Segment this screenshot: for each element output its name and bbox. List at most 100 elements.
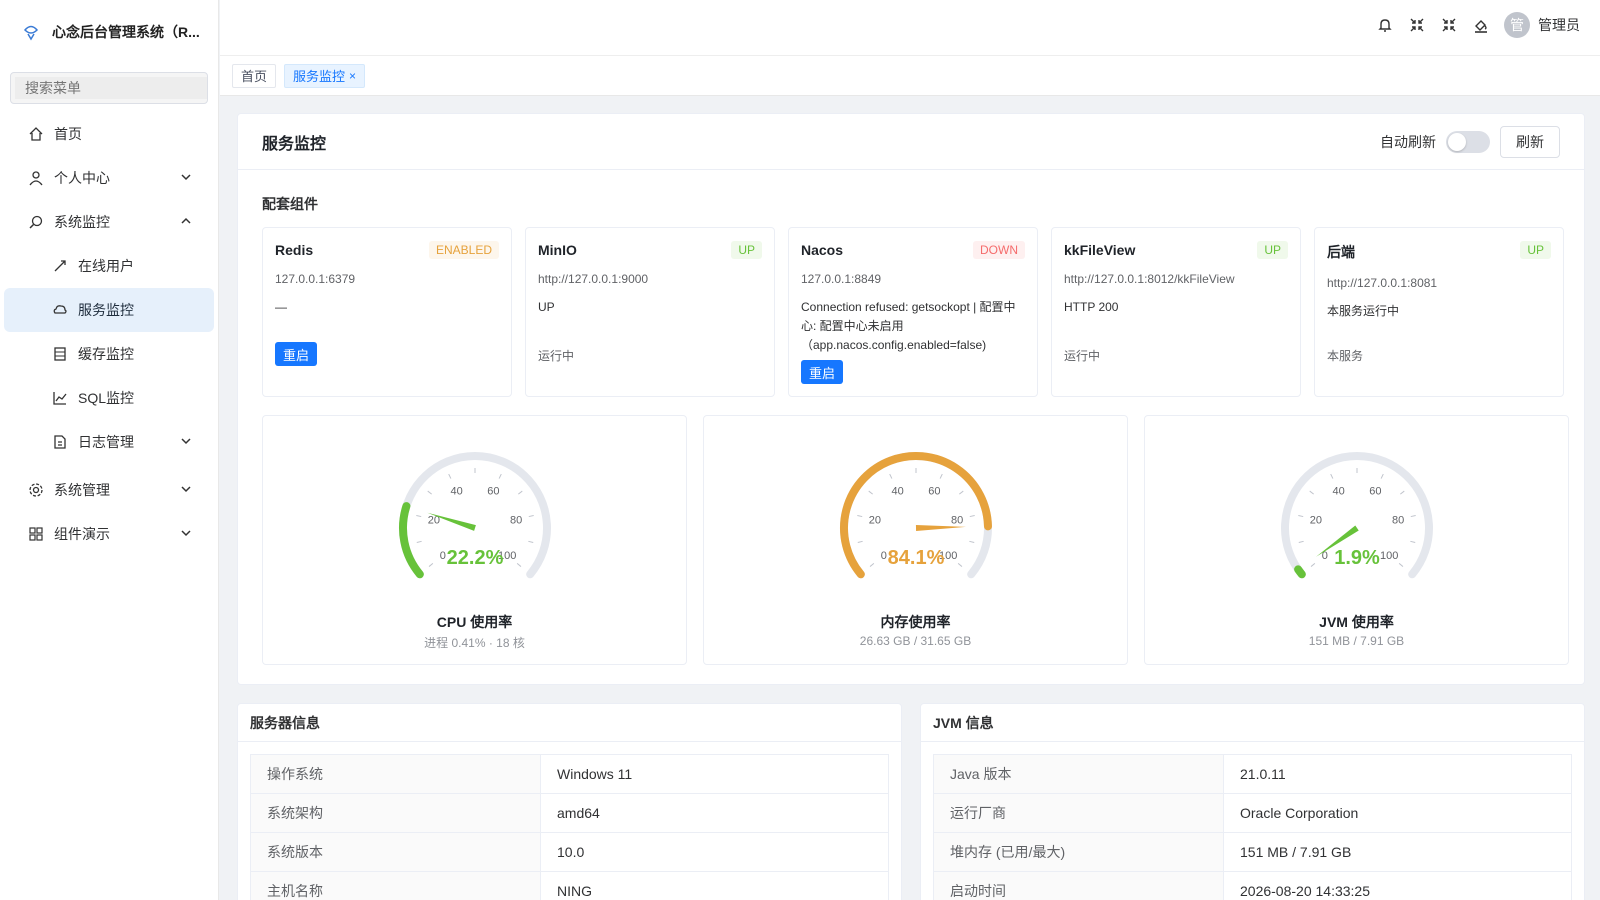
sidebar-item-label: 组件演示 bbox=[54, 526, 110, 542]
sidebar-item-service-monitor[interactable]: 服务监控 bbox=[4, 288, 214, 332]
gauge-tick-label: 80 bbox=[1392, 514, 1404, 526]
component-card-minio: MinIO UP http://127.0.0.1:9000 UP 运行中 bbox=[525, 227, 775, 397]
refresh-button[interactable]: 刷新 bbox=[1500, 125, 1560, 158]
gauge-tick-label: 60 bbox=[1369, 485, 1381, 497]
sidebar-item-label: 首页 bbox=[54, 126, 82, 142]
row-key: 运行厂商 bbox=[933, 793, 1224, 833]
row-value: NING bbox=[540, 871, 889, 900]
gauge-tick bbox=[1410, 515, 1416, 518]
server-info-table: 操作系统 Windows 11 系统架构 amd64 系统版本 10.0 主机名称 NI… bbox=[250, 754, 889, 900]
row-value: Windows 11 bbox=[540, 754, 889, 794]
header-actions: 管 管理员 bbox=[1376, 12, 1580, 38]
status-badge: DOWN bbox=[973, 241, 1025, 259]
avatar[interactable]: 管 bbox=[1504, 12, 1530, 38]
component-info: UP bbox=[538, 300, 555, 314]
gauge-tick bbox=[498, 473, 502, 479]
sidebar-menu: 首页 个人中心 系统监控 在线用户 服务监控 缓存监控 SQL监控 日志管理 系… bbox=[0, 112, 218, 556]
gauge-value: 84.1% bbox=[888, 547, 945, 569]
logo-icon bbox=[20, 21, 42, 43]
status-badge: ENABLED bbox=[428, 241, 499, 259]
sidebar-item-sql-monitor[interactable]: SQL监控 bbox=[0, 376, 218, 420]
theme-icon[interactable] bbox=[1472, 16, 1490, 34]
gauge-tick-label: 20 bbox=[869, 514, 881, 526]
user-name[interactable]: 管理员 bbox=[1538, 15, 1580, 35]
sidebar-item-log-management[interactable]: 日志管理 bbox=[0, 420, 218, 464]
sidebar-item-cache-monitor[interactable]: 缓存监控 bbox=[0, 332, 218, 376]
status-badge: UP bbox=[1520, 241, 1551, 259]
jvm-info-card: JVM 信息 Java 版本 21.0.11 运行厂商 Oracle Corpora… bbox=[920, 703, 1585, 900]
restart-button[interactable]: 重启 bbox=[275, 342, 318, 366]
component-card-kkfileview: kkFileView UP http://127.0.0.1:8012/kkFi… bbox=[1051, 227, 1301, 397]
component-url: http://127.0.0.1:8012/kkFileView bbox=[1064, 272, 1235, 286]
auto-refresh-label: 自动刷新 bbox=[1380, 133, 1436, 150]
gauge-tick-label: 60 bbox=[928, 485, 940, 497]
sidebar-item-label: SQL监控 bbox=[78, 390, 135, 406]
fullscreen-icon[interactable] bbox=[1440, 16, 1458, 34]
row-key: Java 版本 bbox=[933, 754, 1224, 794]
sidebar-item-home[interactable]: 首页 bbox=[0, 112, 218, 156]
row-value: 2026-08-20 14:33:25 bbox=[1223, 871, 1572, 900]
table-row: Java 版本 21.0.11 bbox=[933, 754, 1572, 794]
gauge-tick bbox=[857, 515, 863, 518]
tags-view: 首页 服务监控 × bbox=[220, 56, 1600, 96]
gauge-tick bbox=[516, 562, 522, 567]
component-sub: 运行中 bbox=[538, 349, 575, 363]
component-info: 本服务运行中 bbox=[1327, 304, 1400, 318]
sidebar-item-system-management[interactable]: 系统管理 bbox=[0, 468, 218, 512]
tag-service-monitor[interactable]: 服务监控 × bbox=[284, 63, 366, 88]
gauge-tick bbox=[969, 515, 975, 518]
row-key: 主机名称 bbox=[250, 871, 541, 900]
gear-icon bbox=[28, 482, 44, 498]
gauge-tick bbox=[448, 473, 452, 479]
collapse-icon[interactable] bbox=[1408, 16, 1426, 34]
row-value: 10.0 bbox=[540, 832, 889, 872]
gauge-tick bbox=[528, 515, 534, 518]
row-value: amd64 bbox=[540, 793, 889, 833]
component-sub: 本服务 bbox=[1327, 349, 1364, 363]
chevron-down-icon bbox=[181, 486, 191, 493]
gauge-title: CPU 使用率 bbox=[436, 614, 513, 630]
status-badge: UP bbox=[1257, 241, 1288, 259]
tag-home[interactable]: 首页 bbox=[232, 63, 277, 88]
gauge-tick bbox=[1380, 473, 1384, 479]
search-input[interactable] bbox=[15, 77, 207, 99]
gauge-tick-label: 60 bbox=[487, 485, 499, 497]
gauge-progress-arc bbox=[1294, 565, 1306, 579]
app-logo[interactable]: 心念后台管理系统（R... bbox=[0, 0, 218, 64]
bell-icon[interactable] bbox=[1376, 16, 1394, 34]
component-name: kkFileView bbox=[1064, 242, 1136, 258]
memory-gauge-chart: 02040 608010084.1% bbox=[840, 452, 992, 579]
cpu-gauge-chart: 02040 608010022.2% bbox=[399, 452, 551, 579]
table-row: 运行厂商 Oracle Corporation bbox=[933, 793, 1572, 833]
sidebar-item-components-demo[interactable]: 组件演示 bbox=[0, 512, 218, 556]
gauge-tick bbox=[869, 562, 875, 567]
sidebar-item-label: 缓存监控 bbox=[78, 346, 134, 362]
auto-refresh-toggle[interactable] bbox=[1446, 130, 1490, 153]
service-monitor-card: 服务监控 自动刷新 刷新 配套组件 Redis ENABLED 127.0.0.… bbox=[237, 113, 1585, 685]
sidebar-item-online-users[interactable]: 在线用户 bbox=[0, 244, 218, 288]
gauge-tick bbox=[1410, 540, 1416, 544]
gauge-title: 内存使用率 bbox=[880, 614, 951, 630]
sidebar-item-label: 个人中心 bbox=[54, 170, 110, 186]
user-icon bbox=[28, 170, 44, 186]
gauge-tick bbox=[528, 540, 534, 544]
chevron-down-icon bbox=[181, 438, 191, 445]
restart-button[interactable]: 重启 bbox=[801, 360, 844, 384]
gauge-tick bbox=[1310, 562, 1316, 567]
gauge-tick bbox=[1400, 490, 1405, 495]
component-url: http://127.0.0.1:8081 bbox=[1327, 276, 1438, 290]
components-section-title: 配套组件 bbox=[262, 196, 318, 212]
monitor-icon bbox=[28, 214, 44, 230]
jvm-info-table: Java 版本 21.0.11 运行厂商 Oracle Corporation 堆内… bbox=[933, 754, 1572, 900]
card-title: 服务器信息 bbox=[238, 704, 901, 742]
component-url: http://127.0.0.1:9000 bbox=[538, 272, 649, 286]
gauge-tick bbox=[416, 540, 422, 544]
close-icon[interactable]: × bbox=[349, 69, 356, 83]
gauge-subtitle: 进程 0.41% · 18 核 bbox=[424, 636, 525, 650]
sidebar-item-profile[interactable]: 个人中心 bbox=[0, 156, 218, 200]
card-header: 服务监控 自动刷新 刷新 bbox=[238, 114, 1584, 170]
gauge-tick-label: 80 bbox=[510, 514, 522, 526]
card-title: JVM 信息 bbox=[921, 704, 1584, 742]
sidebar-item-system-monitor[interactable]: 系统监控 bbox=[0, 200, 218, 244]
table-row: 堆内存 (已用/最大) 151 MB / 7.91 GB bbox=[933, 832, 1572, 872]
